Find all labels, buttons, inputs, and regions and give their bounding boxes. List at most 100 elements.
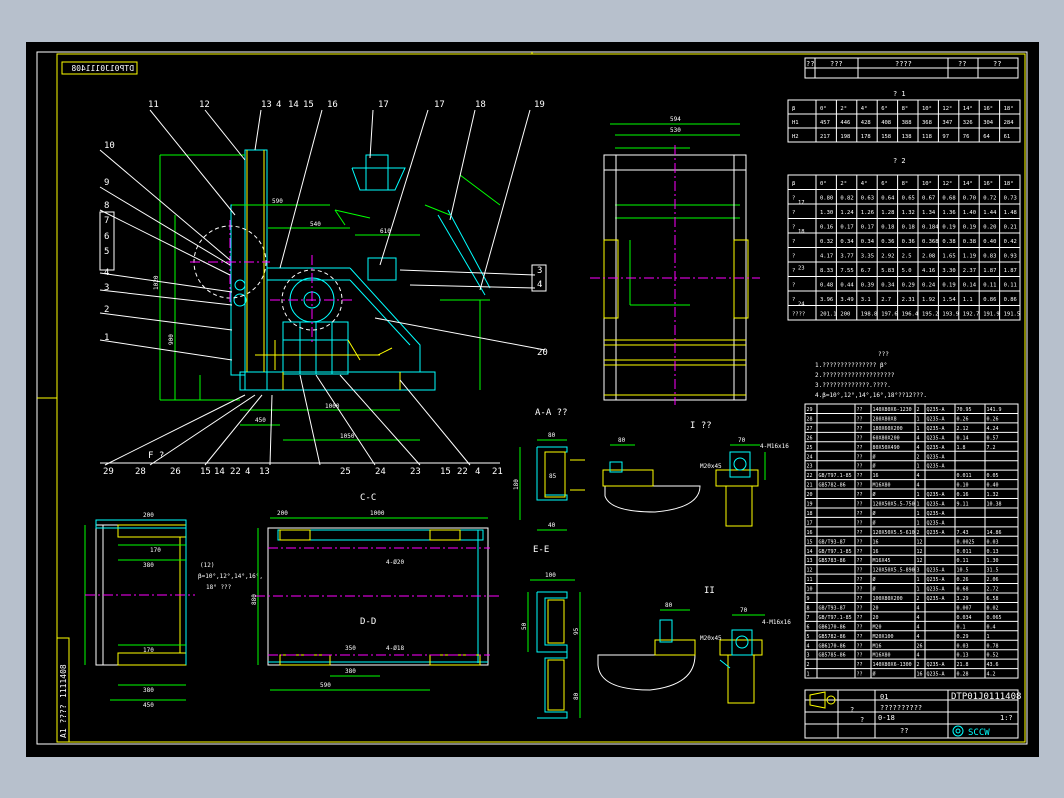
svg-text:13: 13 xyxy=(261,100,272,110)
table-2-cell: 1.87 xyxy=(1004,268,1017,274)
bom-cell: Q235-A xyxy=(927,445,945,451)
bom-cell: 3 xyxy=(917,568,920,574)
table-2-cell: 3.1 xyxy=(861,297,871,303)
bom-cell: 26 xyxy=(917,643,923,649)
table-2-cell: 196.4 xyxy=(902,312,919,318)
table-2-cell: 0.64 xyxy=(881,196,895,202)
svg-text:(12): (12) xyxy=(200,562,214,569)
table-1-cell: β xyxy=(792,106,796,112)
table-2-cell: ???? xyxy=(792,312,805,318)
table-2-cell: 0.86 xyxy=(1004,297,1017,303)
bom-cell: 10.38 xyxy=(987,502,1002,508)
bom-cell: ?? xyxy=(857,520,863,526)
bom-cell: Q235-A xyxy=(927,502,945,508)
bom-cell: Q235-A xyxy=(927,577,945,583)
bom-cell: Q235-A xyxy=(927,511,945,517)
svg-text:14: 14 xyxy=(288,100,299,110)
table-2-cell: 0.32 xyxy=(820,239,833,245)
callout-boxes xyxy=(99,211,547,292)
bom-cell: 20 xyxy=(873,605,879,611)
bom-cell: 6 xyxy=(807,624,810,630)
table-2-cell: ? xyxy=(792,254,795,260)
bom-cell: 21 xyxy=(807,483,813,489)
bom-cell: 0.034 xyxy=(957,615,972,621)
detail-ii-texts: 80 70 4-M16x16 M20x45 xyxy=(665,602,791,642)
bom-cell: ?? xyxy=(857,662,863,668)
table-1-cell: 198 xyxy=(840,134,850,140)
table-2-cell: 8.33 xyxy=(820,268,833,274)
bom-cell: 14 xyxy=(807,549,813,555)
bom-cell: 100X80X200 xyxy=(873,596,903,602)
bom-cell: 2 xyxy=(917,596,920,602)
svg-text:??????????: ?????????? xyxy=(880,704,922,712)
bom-cell: GB5782-86 xyxy=(819,483,846,489)
bom-cell: Q235-A xyxy=(927,596,945,602)
bom-cell: Q235-A xyxy=(927,492,945,498)
dd-view-label: D-D xyxy=(360,617,376,627)
svg-text:29: 29 xyxy=(103,467,114,477)
bom-cell: Q235-A xyxy=(927,530,945,536)
svg-text:??: ?? xyxy=(958,60,966,68)
table-2-cell: 0° xyxy=(820,181,827,187)
table-2-cell: 0.36 xyxy=(881,239,894,245)
bom-cell: ?? xyxy=(857,596,863,602)
bom-cell: M16X80 xyxy=(873,483,891,489)
svg-text:26: 26 xyxy=(170,467,181,477)
table-1-cell: 118 xyxy=(922,134,932,140)
bom-cell: 2 xyxy=(917,662,920,668)
bom-cell: 120X50X5.5-750 xyxy=(873,502,915,508)
bom-cell: 16 xyxy=(807,530,813,536)
table-1-cell: 2° xyxy=(840,106,847,112)
table-2-cell: 200 xyxy=(840,312,850,318)
table-1-cell: 347 xyxy=(942,120,952,126)
bom-cell: GB6170-86 xyxy=(819,624,846,630)
svg-text:5: 5 xyxy=(104,247,109,257)
bom-cell: 60X80X200 xyxy=(873,435,900,441)
svg-text:3: 3 xyxy=(104,283,109,293)
svg-text:70: 70 xyxy=(740,607,748,614)
bom-cell: ?? xyxy=(857,435,863,441)
table-2-cell: 0.20 xyxy=(983,225,996,231)
table-1-cell: 18° xyxy=(1004,106,1014,112)
table-1-cell: H1 xyxy=(792,120,799,126)
bom-cell: ?? xyxy=(857,672,863,678)
svg-text:3: 3 xyxy=(537,266,542,276)
svg-text:50: 50 xyxy=(521,622,528,630)
table-2-cell: 191.5 xyxy=(1004,312,1021,318)
aa-section xyxy=(519,439,585,531)
svg-text:22: 22 xyxy=(230,467,241,477)
svg-text:85: 85 xyxy=(549,473,557,480)
table-2-cell: 8° xyxy=(902,181,909,187)
bom-cell: Q235-A xyxy=(927,435,945,441)
bom-cell: 2.72 xyxy=(987,587,999,593)
bom-cell: 4 xyxy=(917,445,920,451)
bom-cell: Q235-A xyxy=(927,520,945,526)
front-callout-leaders xyxy=(99,109,546,466)
bom-cell: ?? xyxy=(857,605,863,611)
table-2-cell: 0.34 xyxy=(861,239,875,245)
table-2-cell: 0.48 xyxy=(820,283,833,289)
svg-text:17: 17 xyxy=(378,100,389,110)
side-view xyxy=(590,123,760,405)
table-2-cell: 1.32 xyxy=(902,210,915,216)
svg-text:22: 22 xyxy=(457,467,468,477)
bom-cell: 43.6 xyxy=(987,662,999,668)
bom-cell: 4 xyxy=(807,643,810,649)
table-2-cell: 192.7 xyxy=(963,312,980,318)
table-2-cell: 3.35 xyxy=(861,254,874,260)
table-1-cell: 6° xyxy=(881,106,888,112)
svg-text:14: 14 xyxy=(214,467,225,477)
table-1-cell: 158 xyxy=(881,134,891,140)
table-2-cell: 0.14 xyxy=(963,283,977,289)
bom-cell: 4 xyxy=(917,605,920,611)
table-1-cell: 326 xyxy=(963,120,973,126)
bom-cell: 1 xyxy=(917,464,920,470)
bom-cell: 27 xyxy=(807,426,813,432)
table-2-cell: 0.19 xyxy=(942,283,955,289)
bom-cell: GB5782-86 xyxy=(819,634,846,640)
svg-text:900: 900 xyxy=(168,334,175,345)
ee-view-label: E-E xyxy=(533,545,549,555)
table-2-cell: 1.44 xyxy=(983,210,997,216)
table-2-cell: 0.65 xyxy=(902,196,915,202)
svg-text:80: 80 xyxy=(548,432,556,439)
